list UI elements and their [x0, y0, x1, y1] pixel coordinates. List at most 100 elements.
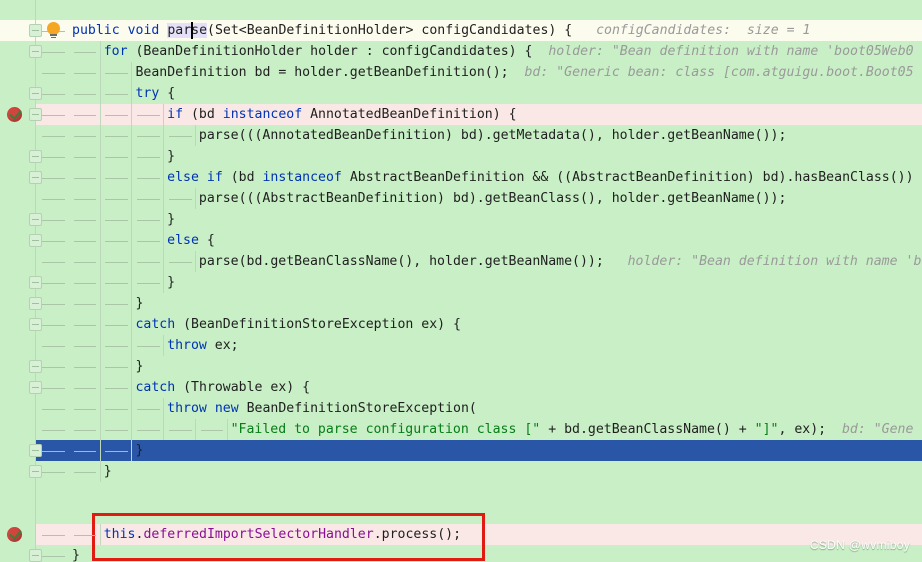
- line-highlight: [36, 440, 922, 461]
- code-fold-marker[interactable]: [29, 45, 42, 58]
- code-fold-marker[interactable]: [29, 213, 42, 226]
- code-token: parse: [167, 23, 208, 38]
- code-line[interactable]: }: [0, 440, 922, 461]
- code-token: throw: [167, 338, 207, 353]
- code-line[interactable]: }: [0, 293, 922, 314]
- bulb-base: [50, 34, 57, 36]
- code-line[interactable]: public void parse(Set<BeanDefinitionHold…: [0, 20, 922, 41]
- code-fold-marker[interactable]: [29, 444, 42, 457]
- code-token: deferredImportSelectorHandler: [143, 527, 374, 542]
- line-highlight: [36, 293, 922, 314]
- whitespace-dash: [137, 115, 160, 116]
- code-fold-marker[interactable]: [29, 381, 42, 394]
- code-token: BeanDefinition bd = holder.getBeanDefini…: [135, 65, 509, 80]
- fold-marker-bar: [32, 471, 39, 472]
- whitespace-dash: [137, 178, 160, 179]
- whitespace-dash: [73, 73, 97, 74]
- whitespace-dash: [73, 535, 97, 536]
- code-fold-marker[interactable]: [29, 360, 42, 373]
- indent-guide: [99, 41, 101, 482]
- code-line-text: }: [167, 209, 175, 230]
- code-line[interactable]: catch (BeanDefinitionStoreException ex) …: [0, 314, 922, 335]
- line-highlight: [36, 461, 922, 482]
- whitespace-dash: [73, 388, 97, 389]
- code-line-text: }: [135, 440, 143, 461]
- code-token: new: [214, 401, 239, 416]
- code-fold-marker[interactable]: [29, 549, 42, 562]
- breakpoint-icon[interactable]: [7, 527, 22, 542]
- code-line[interactable]: }: [0, 356, 922, 377]
- whitespace-dash: [42, 52, 65, 53]
- code-token: catch: [135, 380, 176, 395]
- code-line-text: }: [135, 356, 143, 377]
- whitespace-dash: [168, 262, 192, 263]
- indent-guide: [194, 419, 196, 440]
- line-highlight: [36, 545, 922, 562]
- code-fold-marker[interactable]: [29, 465, 42, 478]
- code-line-text: catch (BeanDefinitionStoreException ex) …: [135, 314, 461, 335]
- code-token: "]": [754, 422, 779, 437]
- fold-marker-bar: [32, 114, 39, 115]
- code-fold-marker[interactable]: [29, 108, 42, 121]
- whitespace-dash: [105, 94, 129, 95]
- whitespace-dash: [137, 199, 160, 200]
- code-line[interactable]: }: [0, 461, 922, 482]
- whitespace-dash: [42, 451, 65, 452]
- whitespace-dash: [42, 136, 65, 137]
- code-line-text: "Failed to parse configuration class [" …: [231, 419, 914, 440]
- whitespace-dash: [105, 346, 129, 347]
- code-fold-marker[interactable]: [29, 234, 42, 247]
- code-token: (BeanDefinitionHolder holder : configCan…: [127, 44, 533, 59]
- whitespace-dash: [105, 178, 129, 179]
- code-line-text: }: [135, 293, 143, 314]
- code-fold-marker[interactable]: [29, 24, 42, 37]
- code-fold-marker[interactable]: [29, 87, 42, 100]
- whitespace-dash: [42, 157, 65, 158]
- code-fold-marker[interactable]: [29, 276, 42, 289]
- fold-marker-bar: [32, 240, 39, 241]
- whitespace-dash: [73, 430, 97, 431]
- code-line-text: throw ex;: [167, 335, 238, 356]
- code-line[interactable]: [0, 482, 922, 503]
- whitespace-dash: [42, 388, 65, 389]
- bulb-base-lower: [51, 37, 56, 38]
- whitespace-dash: [42, 367, 65, 368]
- fold-marker-bar: [32, 366, 39, 367]
- indent-guide: [163, 104, 165, 293]
- fold-marker-bar: [32, 303, 39, 304]
- line-highlight: [36, 482, 922, 503]
- whitespace-dash: [105, 304, 129, 305]
- whitespace-dash: [42, 409, 65, 410]
- code-token: for: [103, 44, 128, 59]
- whitespace-dash: [137, 283, 160, 284]
- code-line[interactable]: this.deferredImportSelectorHandler.proce…: [0, 524, 922, 545]
- code-line-text: public void parse(Set<BeanDefinitionHold…: [72, 20, 810, 41]
- whitespace-dash: [42, 178, 65, 179]
- code-editor[interactable]: public void parse(Set<BeanDefinitionHold…: [0, 0, 922, 562]
- code-fold-marker[interactable]: [29, 150, 42, 163]
- whitespace-dash: [137, 157, 160, 158]
- whitespace-dash: [73, 136, 97, 137]
- intention-bulb-icon[interactable]: [47, 22, 60, 39]
- whitespace-dash: [73, 94, 97, 95]
- code-fold-marker[interactable]: [29, 171, 42, 184]
- code-line[interactable]: BeanDefinition bd = holder.getBeanDefini…: [0, 62, 922, 83]
- code-line[interactable]: try {: [0, 83, 922, 104]
- code-line[interactable]: for (BeanDefinitionHolder holder : confi…: [0, 41, 922, 62]
- whitespace-dash: [73, 115, 97, 116]
- code-line-text: parse(((AnnotatedBeanDefinition) bd).get…: [199, 125, 787, 146]
- whitespace-dash: [42, 283, 65, 284]
- code-line[interactable]: catch (Throwable ex) {: [0, 377, 922, 398]
- indent-guide: [194, 251, 196, 272]
- breakpoint-icon[interactable]: [7, 107, 22, 122]
- code-fold-marker[interactable]: [29, 297, 42, 310]
- whitespace-dash: [73, 220, 97, 221]
- code-line[interactable]: }: [0, 545, 922, 562]
- whitespace-dash: [42, 535, 65, 536]
- code-token: }: [135, 296, 144, 311]
- code-line[interactable]: [0, 503, 922, 524]
- code-fold-marker[interactable]: [29, 318, 42, 331]
- indent-guide: [163, 335, 165, 356]
